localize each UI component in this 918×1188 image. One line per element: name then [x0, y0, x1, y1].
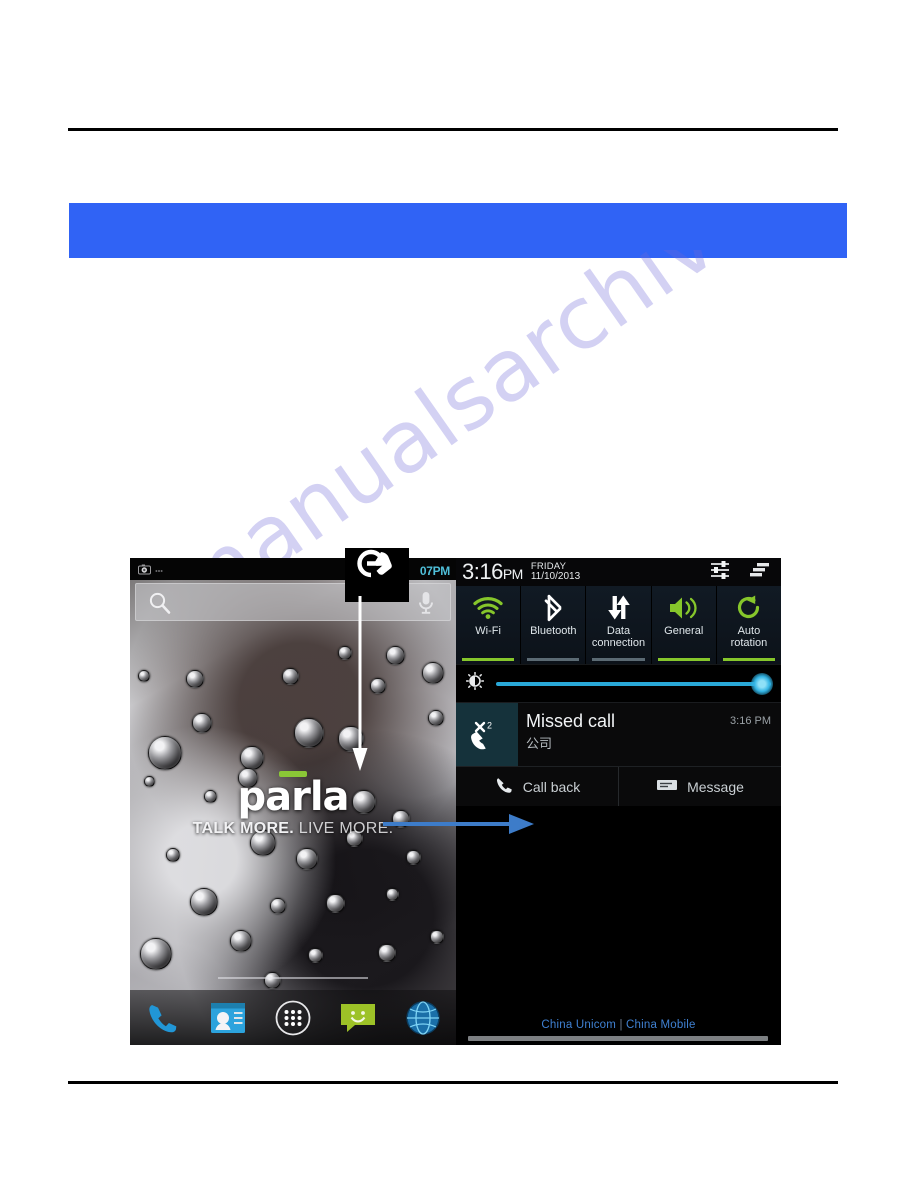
brightness-icon: [465, 671, 485, 695]
quick-setting-auto-rotation-state: [722, 658, 776, 661]
quick-setting-data-connection-label: Data connection: [591, 625, 646, 649]
phone-screenshot-composite: 07PM parla TALK MORE. LIVE MORE. 3:16PM …: [130, 558, 781, 1045]
shade-date: 11/10/2013: [530, 570, 581, 582]
search-icon[interactable]: [148, 591, 172, 620]
shade-drag-handle[interactable]: [468, 1036, 768, 1041]
carrier-label: China Unicom | China Mobile: [456, 1019, 781, 1031]
quick-setting-wifi-state: [462, 658, 515, 661]
document-page: manualsarchive.com 07PM parla TALK MORE.…: [0, 0, 918, 1188]
notification-subtitle: 公司: [526, 736, 553, 751]
message-lines-icon: [656, 777, 678, 796]
clear-all-notifications-icon[interactable]: [749, 561, 771, 584]
home-dock: [130, 990, 456, 1045]
quick-setting-auto-rotation[interactable]: Auto rotation: [717, 586, 781, 664]
quick-setting-general-label: General: [664, 625, 704, 637]
brightness-slider[interactable]: [496, 672, 773, 695]
quick-setting-bluetooth[interactable]: Bluetooth: [521, 586, 587, 664]
quick-setting-general[interactable]: General: [652, 586, 717, 664]
notification-actions: Call back Message: [456, 766, 781, 806]
missed-call-badge-count: 2: [487, 720, 492, 730]
missed-call-icon: 2: [456, 703, 518, 766]
android-home-screen: 07PM parla TALK MORE. LIVE MORE.: [130, 558, 456, 1045]
phone-handset-icon: [494, 775, 514, 798]
quick-settings-row: Wi-Fi Bluetooth Data connection General …: [456, 586, 781, 664]
dots-icon: [155, 562, 163, 580]
shade-date-block: FRIDAY 11/10/2013: [530, 561, 581, 582]
shade-clock: 3:16PM: [462, 561, 523, 583]
footer-rule: [68, 1081, 838, 1084]
dock-item-phone[interactable]: [141, 996, 185, 1040]
call-back-label: Call back: [522, 778, 581, 795]
shade-clock-meridiem: PM: [502, 566, 524, 582]
shade-clock-time: 3:16: [462, 559, 503, 584]
quick-setting-auto-rotation-label: Auto rotation: [730, 625, 768, 649]
swipe-down-hand-icon: [345, 548, 409, 602]
tagline-part-2: LIVE MORE.: [298, 820, 394, 837]
quick-setting-data-connection-state: [592, 658, 645, 661]
dock-item-app-drawer[interactable]: [271, 996, 315, 1040]
message-label: Message: [687, 778, 744, 795]
notification-time: 3:16 PM: [730, 715, 771, 727]
quick-setting-general-state: [657, 658, 710, 661]
quick-setting-bluetooth-label: Bluetooth: [530, 625, 577, 637]
speaker-volume-icon: [668, 593, 700, 623]
carrier-sim2: China Mobile: [626, 1019, 696, 1031]
auto-rotate-icon: [735, 593, 763, 623]
settings-sliders-icon[interactable]: [709, 560, 731, 585]
dock-item-messaging[interactable]: [336, 996, 380, 1040]
dock-item-browser[interactable]: [401, 996, 445, 1040]
message-button[interactable]: Message: [618, 767, 781, 806]
header-rule: [68, 128, 838, 131]
home-page-indicator: [218, 977, 368, 979]
carrier-sim1: China Unicom: [541, 1019, 617, 1031]
shade-header: 3:16PM FRIDAY 11/10/2013: [456, 558, 781, 586]
carrier-separator: |: [619, 1019, 623, 1031]
section-banner: [69, 203, 847, 258]
data-transfer-icon: [604, 593, 634, 623]
quick-setting-data-connection[interactable]: Data connection: [586, 586, 652, 664]
call-back-button[interactable]: Call back: [456, 767, 618, 806]
notification-shade: 3:16PM FRIDAY 11/10/2013 Wi-Fi Bluetooth…: [456, 558, 781, 1045]
microphone-icon[interactable]: [416, 589, 436, 622]
brightness-slider-handle[interactable]: [751, 672, 773, 695]
white-down-arrow-annotation: [352, 596, 368, 772]
quick-setting-bluetooth-state: [527, 658, 580, 661]
wifi-icon: [473, 593, 503, 623]
camera-icon: [138, 562, 151, 580]
quick-setting-wifi[interactable]: Wi-Fi: [456, 586, 522, 664]
notification-body: Missed call 公司 3:16 PM: [518, 703, 781, 766]
brand-logo-text: parla: [237, 774, 349, 820]
bluetooth-icon: [542, 593, 564, 623]
brightness-row: [456, 664, 781, 702]
blue-right-arrow-annotation: [383, 812, 535, 836]
notification-item[interactable]: 2 Missed call 公司 3:16 PM: [456, 702, 781, 766]
quick-setting-wifi-label: Wi-Fi: [475, 625, 501, 637]
tagline-part-1: TALK MORE.: [192, 820, 295, 837]
home-status-time: 07PM: [419, 564, 450, 578]
dock-item-contacts[interactable]: [206, 996, 250, 1040]
